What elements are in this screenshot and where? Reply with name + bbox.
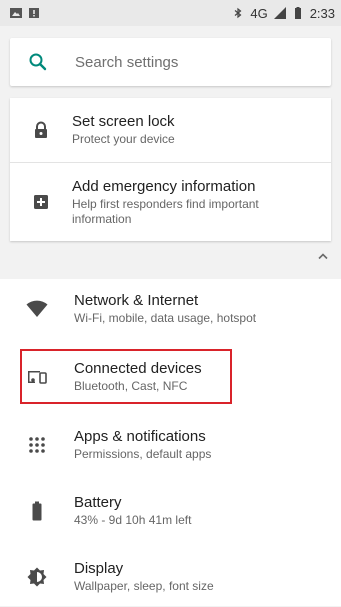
settings-item-title: Network & Internet: [74, 292, 199, 309]
settings-item-subtitle: Bluetooth, Cast, NFC: [74, 379, 188, 393]
bluetooth-icon: [234, 7, 242, 19]
search-placeholder: Search settings: [75, 53, 179, 71]
settings-item-subtitle: Wallpaper, sleep, font size: [74, 579, 214, 593]
suggestion-add-emergency-information[interactable]: Add emergency information Help first res…: [10, 162, 331, 241]
chevron-up-icon[interactable]: [317, 251, 329, 261]
search-bar[interactable]: Search settings: [10, 38, 331, 86]
settings-item-connected-devices[interactable]: Connected devices Bluetooth, Cast, NFC: [0, 347, 341, 407]
clock: 2:33: [309, 5, 335, 21]
apps-grid-icon: [29, 437, 45, 453]
signal-icon: [273, 7, 286, 19]
settings-item-battery[interactable]: Battery 43% - 9d 10h 41m left: [0, 481, 341, 541]
battery-icon: [32, 501, 42, 521]
settings-list: Network & Internet Wi-Fi, mobile, data u…: [0, 279, 341, 606]
settings-item-subtitle: Permissions, default apps: [74, 447, 212, 461]
settings-item-apps-notifications[interactable]: Apps & notifications Permissions, defaul…: [0, 415, 341, 475]
sim-alert-notification-icon: [29, 8, 39, 18]
suggestion-title: Set screen lock: [72, 113, 175, 130]
brightness-icon: [27, 567, 47, 587]
settings-item-title: Battery: [74, 494, 122, 511]
image-notification-icon: [10, 8, 22, 18]
suggestion-subtitle: Help first responders find important inf…: [72, 196, 259, 226]
lock-icon: [35, 121, 47, 138]
wifi-icon: [26, 300, 48, 317]
network-type-label: 4G: [250, 5, 268, 21]
suggestion-set-screen-lock[interactable]: Set screen lock Protect your device: [10, 98, 331, 162]
settings-item-subtitle: 43% - 9d 10h 41m left: [74, 513, 192, 527]
settings-item-title: Apps & notifications: [74, 428, 206, 445]
settings-item-title: Connected devices: [74, 360, 202, 377]
suggestions-card: Set screen lock Protect your device Add …: [10, 98, 331, 241]
settings-item-subtitle: Wi-Fi, mobile, data usage, hotspot: [74, 311, 257, 325]
settings-item-network-internet[interactable]: Network & Internet Wi-Fi, mobile, data u…: [0, 279, 341, 339]
devices-icon: [28, 371, 47, 384]
suggestion-title: Add emergency information: [72, 177, 256, 195]
suggestion-subtitle: Protect your device: [72, 132, 175, 146]
suggestions-collapse-row[interactable]: [0, 234, 341, 280]
battery-status-icon: [294, 7, 301, 19]
status-bar: 4G 2:33: [0, 0, 341, 26]
plus-box-icon: [34, 195, 48, 209]
settings-item-title: Display: [74, 560, 124, 577]
settings-item-display[interactable]: Display Wallpaper, sleep, font size: [0, 547, 341, 607]
search-icon: [29, 53, 47, 71]
